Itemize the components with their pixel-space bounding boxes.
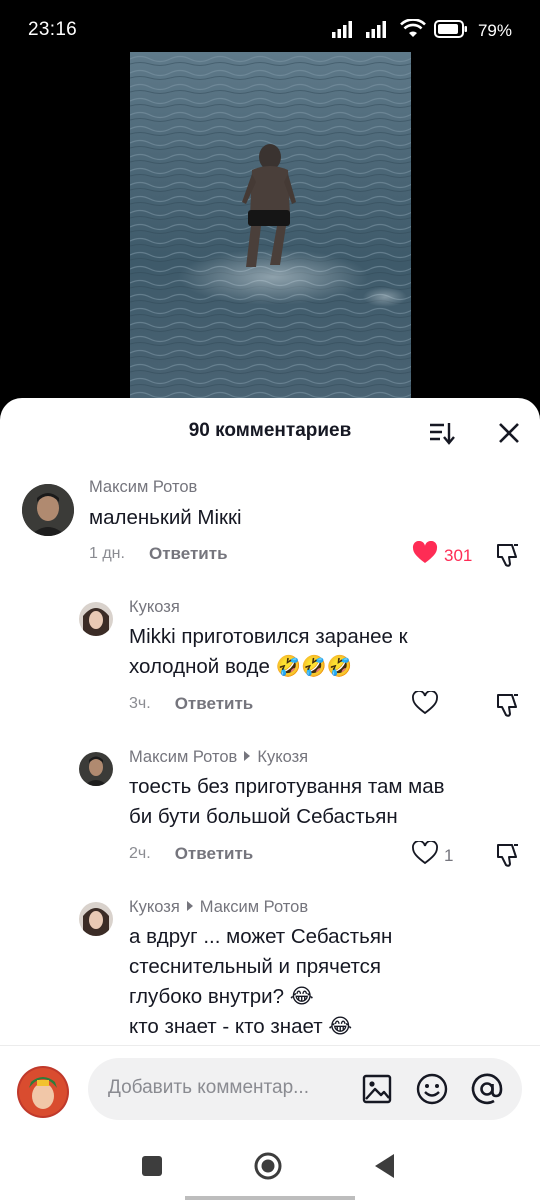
signal-icon (331, 20, 358, 43)
comment-text-line: холодной воде 🤣🤣🤣 (129, 655, 353, 678)
comment-text: маленький Міккі (89, 506, 242, 529)
avatar[interactable] (79, 752, 113, 786)
avatar[interactable] (79, 602, 113, 636)
recents-icon[interactable] (141, 1155, 163, 1177)
reply-button[interactable]: Ответить (149, 544, 228, 564)
like-button[interactable] (412, 690, 438, 720)
comment-input-bar: Добавить комментар... (0, 1045, 540, 1140)
reply-button[interactable]: Ответить (175, 844, 254, 864)
reply-arrow-icon (243, 748, 251, 767)
comment-text: Mikki приготовился заранее к холодной во… (129, 622, 408, 682)
comment-age: 1 дн. (89, 545, 125, 562)
signal-icon (365, 20, 392, 43)
comment-age: 2ч. (129, 845, 151, 862)
comment-text: а вдруг ... может Себастьян стеснительны… (129, 922, 392, 1042)
status-icons: 79% (331, 17, 512, 44)
reply-arrow-icon (186, 898, 194, 917)
battery-level: 79% (477, 21, 512, 40)
comments-count-title: 90 комментариев (188, 420, 352, 441)
comment-input[interactable]: Добавить комментар... (88, 1058, 522, 1120)
like-count: 1 (444, 845, 454, 865)
comments-header: 90 комментариев (0, 398, 540, 466)
screen: 23:16 79% 90 комментариев Максим Ротов м… (0, 0, 540, 1200)
comment-meta: 2ч. Ответить (129, 844, 253, 864)
like-button[interactable]: 301 (412, 540, 473, 570)
avatar[interactable] (22, 484, 74, 536)
dislike-icon[interactable] (494, 541, 522, 569)
like-button[interactable]: 1 (412, 840, 454, 870)
mention-icon[interactable] (470, 1072, 504, 1106)
dislike-icon[interactable] (494, 691, 522, 719)
comment-item: Кукозя Максим Ротов а вдруг ... может Се… (0, 888, 540, 1048)
comment-text-line: Mikki приготовился заранее к (129, 625, 408, 648)
reply-to-name[interactable]: Кукозя (257, 748, 308, 767)
comment-item: Кукозя Mikki приготовился заранее к холо… (0, 588, 540, 738)
comment-author-name[interactable]: Кукозя (129, 898, 180, 917)
comment-author: Кукозя Максим Ротов (129, 898, 308, 917)
my-avatar[interactable] (17, 1066, 69, 1118)
comment-text-line: кто знает - кто знает 😂 (129, 1015, 353, 1038)
heart-icon (412, 540, 438, 570)
comment-text: тоесть без приготування там мав би бути … (129, 772, 445, 832)
comment-meta: 3ч. Ответить (129, 694, 253, 714)
comment-text-line: тоесть без приготування там мав (129, 775, 445, 798)
reply-button[interactable]: Ответить (175, 694, 254, 714)
status-time: 23:16 (28, 19, 78, 40)
wifi-icon (400, 17, 426, 44)
comment-author-name[interactable]: Максим Ротов (129, 748, 237, 767)
comment-text-line: стеснительный и прячется (129, 955, 381, 978)
comment-author: Максим Ротов Кукозя (129, 748, 308, 767)
comment-author[interactable]: Максим Ротов (89, 478, 197, 497)
reply-to-name[interactable]: Максим Ротов (200, 898, 308, 917)
comment-text-line: а вдруг ... может Себастьян (129, 925, 393, 948)
like-count: 301 (444, 545, 473, 565)
comment-author[interactable]: Кукозя (129, 598, 180, 617)
back-icon[interactable] (373, 1153, 397, 1179)
comment-item: Максим Ротов Кукозя тоесть без приготува… (0, 738, 540, 888)
comments-sheet: 90 комментариев Максим Ротов маленький М… (0, 398, 540, 1200)
avatar[interactable] (79, 902, 113, 936)
comment-item: Максим Ротов маленький Міккі 1 дн. Ответ… (0, 468, 540, 588)
video-player[interactable] (130, 52, 411, 400)
emoji-icon[interactable] (415, 1072, 449, 1106)
heart-icon (412, 840, 438, 870)
image-icon[interactable] (360, 1072, 394, 1106)
comment-text-line: би бути большой Себастьян (129, 805, 398, 828)
dislike-icon[interactable] (494, 841, 522, 869)
battery-icon (433, 19, 468, 43)
home-indicator (185, 1196, 355, 1200)
system-nav-bar (0, 1140, 540, 1200)
comment-input-placeholder: Добавить комментар... (108, 1077, 309, 1098)
close-icon[interactable] (494, 418, 524, 448)
comment-text-line: глубоко внутри? 😂 (129, 985, 314, 1008)
heart-icon (412, 690, 438, 720)
home-icon[interactable] (254, 1152, 282, 1180)
comment-age: 3ч. (129, 695, 151, 712)
comment-meta: 1 дн. Ответить (89, 544, 228, 564)
sort-icon[interactable] (427, 418, 457, 448)
